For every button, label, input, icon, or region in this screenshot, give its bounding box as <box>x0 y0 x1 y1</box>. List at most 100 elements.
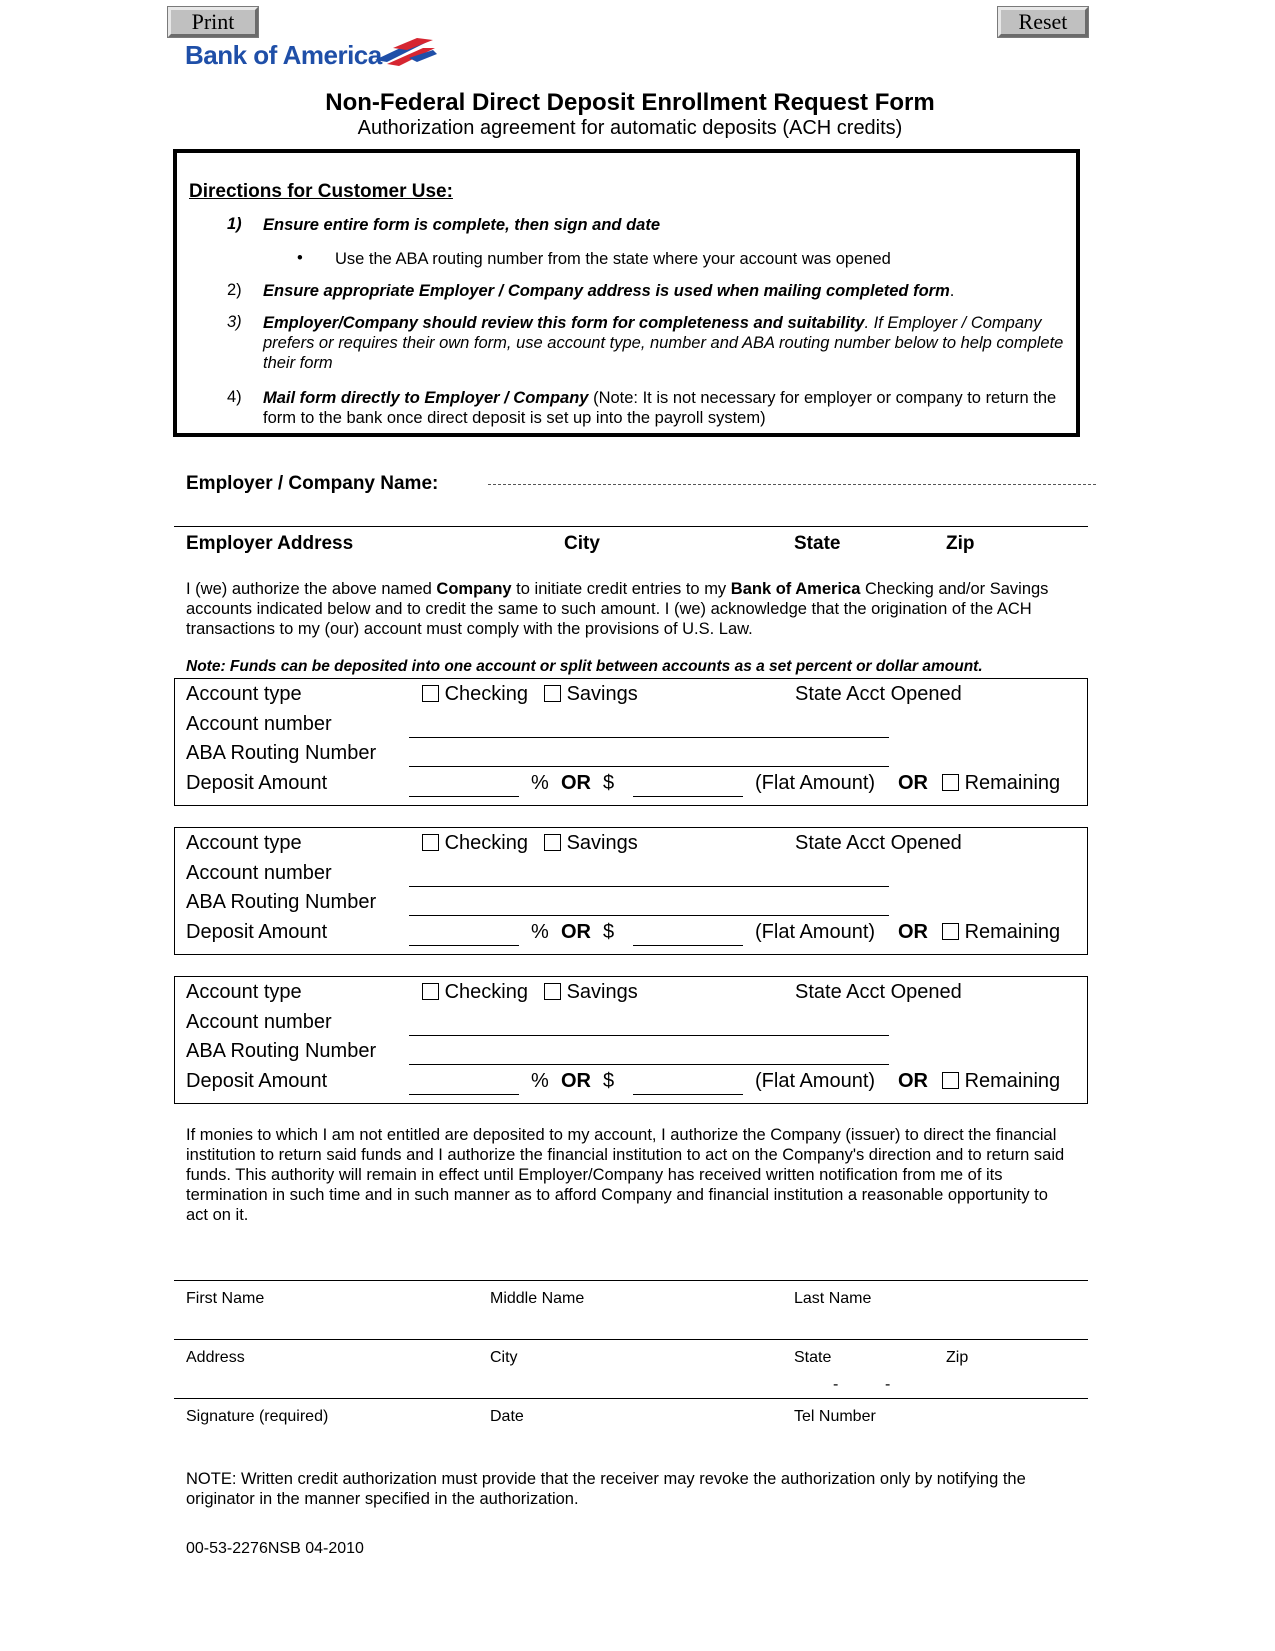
direction-item-2-rest: . <box>949 282 955 300</box>
remaining-label: Remaining <box>964 921 1061 943</box>
auth-bank: Bank of America <box>730 580 861 598</box>
authorization-paragraph: I (we) authorize the above named Company… <box>186 579 1076 639</box>
remaining-label: Remaining <box>964 1070 1061 1092</box>
employer-address-label: Employer Address <box>186 533 354 554</box>
page-title: Non-Federal Direct Deposit Enrollment Re… <box>325 89 935 116</box>
employer-name-input[interactable] <box>490 470 1090 492</box>
account-type-label: Account type <box>186 683 302 705</box>
aba-routing-label: ABA Routing Number <box>186 891 377 913</box>
percent-input[interactable] <box>411 774 517 796</box>
direction-item-4-bold: Mail form directly to Employer / Company <box>263 389 589 407</box>
checking-option[interactable]: Checking <box>422 832 528 855</box>
bank-logo-text: Bank of America <box>185 40 382 70</box>
checking-option[interactable]: Checking <box>422 683 528 706</box>
savings-label: Savings <box>566 683 638 705</box>
tel-label: Tel Number <box>794 1408 876 1425</box>
account-number-line <box>409 737 889 738</box>
customer-name-input[interactable] <box>186 1256 1086 1278</box>
signature-input[interactable] <box>186 1374 806 1396</box>
or-label: OR <box>898 1070 928 1092</box>
direction-item-2-bold: Ensure appropriate Employer / Company ad… <box>263 282 950 300</box>
percent-line <box>409 1094 519 1095</box>
aba-routing-line <box>409 915 889 916</box>
remaining-checkbox[interactable] <box>942 923 959 940</box>
checking-label: Checking <box>444 981 528 1003</box>
print-button[interactable]: Print <box>167 6 259 38</box>
remaining-option[interactable]: Remaining <box>942 772 1060 795</box>
aba-routing-input[interactable] <box>411 893 887 915</box>
flat-amount-input[interactable] <box>635 774 741 796</box>
city-label: City <box>490 1349 518 1366</box>
reset-button[interactable]: Reset <box>997 6 1089 38</box>
return-clause: If monies to which I am not entitled are… <box>186 1126 1065 1224</box>
deposit-amount-label: Deposit Amount <box>186 772 328 794</box>
percent-line <box>409 945 519 946</box>
divider <box>174 1280 1088 1281</box>
address-label: Address <box>186 1349 245 1366</box>
checking-label: Checking <box>444 832 528 854</box>
savings-option[interactable]: Savings <box>544 832 638 855</box>
aba-routing-input[interactable] <box>411 744 887 766</box>
checking-checkbox[interactable] <box>422 834 439 851</box>
percent-input[interactable] <box>411 923 517 945</box>
remaining-label: Remaining <box>964 772 1061 794</box>
or-label: OR <box>898 921 928 943</box>
state-acct-opened-label: State Acct Opened <box>795 981 962 1003</box>
savings-checkbox[interactable] <box>544 685 561 702</box>
customer-address-input[interactable] <box>186 1315 1086 1337</box>
percent-sign: % <box>531 1070 549 1092</box>
savings-option[interactable]: Savings <box>544 981 638 1004</box>
direction-number: 1) <box>227 215 242 233</box>
flat-amount-label: (Flat Amount) <box>755 921 876 943</box>
flag-icon <box>375 38 437 66</box>
savings-checkbox[interactable] <box>544 983 561 1000</box>
account-block: Account type Checking Savings State Acct … <box>174 976 1088 1104</box>
checking-label: Checking <box>444 683 528 705</box>
remaining-option[interactable]: Remaining <box>942 1070 1060 1093</box>
remaining-checkbox[interactable] <box>942 774 959 791</box>
direction-item-2: Ensure appropriate Employer / Company ad… <box>263 281 1078 301</box>
account-number-input[interactable] <box>411 864 887 886</box>
checking-checkbox[interactable] <box>422 685 439 702</box>
percent-input[interactable] <box>411 1072 517 1094</box>
employer-address-input[interactable] <box>186 502 1086 524</box>
savings-option[interactable]: Savings <box>544 683 638 706</box>
deposit-amount-label: Deposit Amount <box>186 1070 328 1092</box>
directions-heading: Directions for Customer Use: <box>189 181 453 202</box>
flat-amount-line <box>633 1094 743 1095</box>
remaining-option[interactable]: Remaining <box>942 921 1060 944</box>
state-label: State <box>794 1349 832 1366</box>
state-acct-opened-label: State Acct Opened <box>795 683 962 705</box>
checking-checkbox[interactable] <box>422 983 439 1000</box>
phone-input[interactable] <box>820 1374 1080 1396</box>
account-number-label: Account number <box>186 862 332 884</box>
aba-routing-label: ABA Routing Number <box>186 1040 377 1062</box>
flat-amount-input[interactable] <box>635 1072 741 1094</box>
flat-amount-label: (Flat Amount) <box>755 1070 876 1092</box>
dollar-sign: $ <box>603 1070 615 1092</box>
state-acct-opened-label: State Acct Opened <box>795 832 962 854</box>
account-type-label: Account type <box>186 981 302 1003</box>
aba-routing-line <box>409 1064 889 1065</box>
account-number-input[interactable] <box>411 1013 887 1035</box>
direction-item-3: Employer/Company should review this form… <box>263 313 1078 373</box>
last-name-label: Last Name <box>794 1290 872 1307</box>
form-code: 00-53-2276NSB 04-2010 <box>186 1540 364 1557</box>
checking-option[interactable]: Checking <box>422 981 528 1004</box>
directions-box: Directions for Customer Use: 1) Ensure e… <box>173 149 1080 437</box>
remaining-checkbox[interactable] <box>942 1072 959 1089</box>
savings-checkbox[interactable] <box>544 834 561 851</box>
aba-routing-label: ABA Routing Number <box>186 742 377 764</box>
or-label: OR <box>561 772 591 794</box>
dollar-sign: $ <box>603 772 615 794</box>
bullet-icon: • <box>297 249 303 267</box>
account-block: Account type Checking Savings State Acct … <box>174 678 1088 806</box>
account-number-input[interactable] <box>411 715 887 737</box>
aba-routing-input[interactable] <box>411 1042 887 1064</box>
employer-state-label: State <box>794 533 841 554</box>
auth-text: I (we) authorize the above named <box>186 580 437 598</box>
first-name-label: First Name <box>186 1290 265 1307</box>
or-label: OR <box>561 1070 591 1092</box>
flat-amount-input[interactable] <box>635 923 741 945</box>
account-number-label: Account number <box>186 1011 332 1033</box>
